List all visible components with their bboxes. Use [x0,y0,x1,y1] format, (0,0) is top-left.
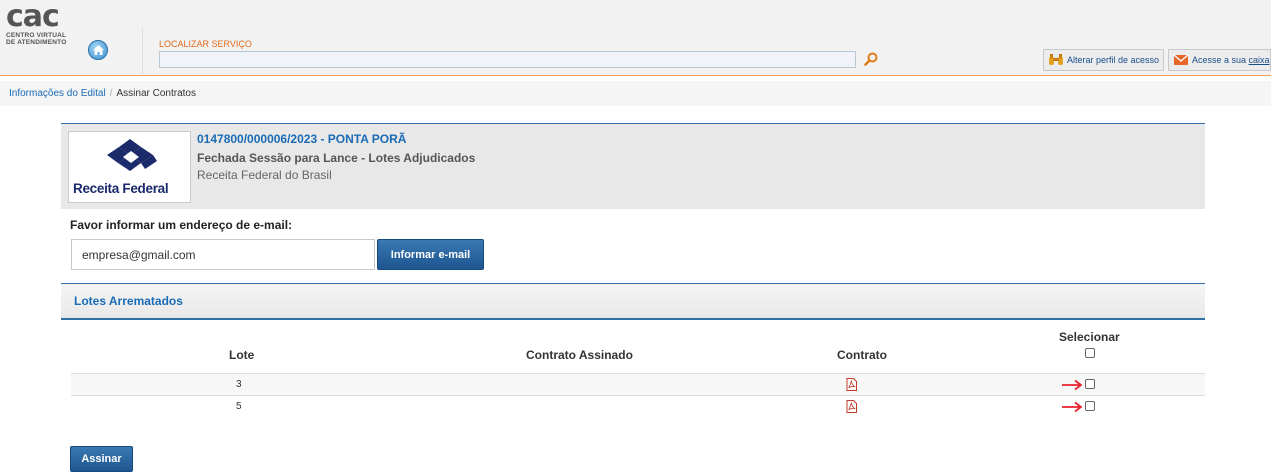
column-header-contrato-assinado: Contrato Assinado [526,348,633,362]
alterar-perfil-button[interactable]: Alterar perfil de acesso [1043,49,1164,71]
home-icon[interactable] [88,40,108,60]
mail-icon [1173,54,1189,65]
lote-number: 5 [236,401,242,412]
breadcrumb-informacoes-edital[interactable]: Informações do Edital [9,88,106,99]
informar-email-button[interactable]: Informar e-mail [377,239,484,270]
lotes-section-title: Lotes Arrematados [74,294,183,308]
breadcrumb-assinar-contratos: Assinar Contratos [116,88,196,99]
column-header-lote: Lote [229,348,255,362]
logo-main-text: cac [6,0,60,34]
header-divider [142,28,143,74]
acesse-caixa-button[interactable]: Acesse a sua caixa [1168,49,1271,71]
search-label: LOCALIZAR SERVIÇO [159,39,252,49]
receita-federal-emblem-icon [107,139,157,171]
edital-status: Fechada Sessão para Lance - Lotes Adjudi… [197,151,476,165]
logo-sub-line2: DE ATENDIMENTO [6,39,67,46]
pdf-icon[interactable] [846,400,857,413]
edital-title[interactable]: 0147800/000006/2023 - PONTA PORÃ [197,132,406,146]
select-all-checkbox[interactable] [1085,348,1095,358]
arrow-right-icon [1062,379,1083,391]
email-label: Favor informar um endereço de e-mail: [70,218,293,232]
email-field[interactable] [71,239,375,270]
caixa-link[interactable]: caixa [1249,55,1270,65]
lotes-section-header: Lotes Arrematados [61,283,1205,320]
breadcrumb: Informações do Edital / Assinar Contratos [0,81,1271,106]
caixa-prefix: Acesse a sua [1192,55,1247,65]
logo-sub-line1: CENTRO VIRTUAL [6,32,67,39]
binoculars-icon [1049,54,1063,65]
alterar-perfil-label: Alterar perfil de acesso [1067,55,1160,65]
pdf-icon[interactable] [846,378,857,391]
edital-info-panel: Receita Federal 0147800/000006/2023 - PO… [61,123,1205,209]
edital-org: Receita Federal do Brasil [197,168,332,182]
row-select-checkbox[interactable] [1085,379,1095,389]
column-header-contrato: Contrato [837,348,887,362]
receita-federal-logo-text: Receita Federal [73,181,169,196]
column-header-selecionar: Selecionar [1059,330,1120,344]
cac-logo[interactable]: cac CENTRO VIRTUAL DE ATENDIMENTO [6,2,86,62]
table-row: 5 [71,395,1205,417]
assinar-button[interactable]: Assinar [70,446,133,472]
breadcrumb-separator: / [109,88,113,99]
row-select-checkbox[interactable] [1085,401,1095,411]
receita-federal-logo: Receita Federal [68,131,191,203]
table-row: 3 [71,373,1205,395]
top-header: cac CENTRO VIRTUAL DE ATENDIMENTO LOCALI… [0,0,1271,76]
search-input[interactable] [159,51,856,68]
search-icon[interactable] [864,52,878,66]
arrow-right-icon [1062,401,1083,413]
lote-number: 3 [236,379,242,390]
